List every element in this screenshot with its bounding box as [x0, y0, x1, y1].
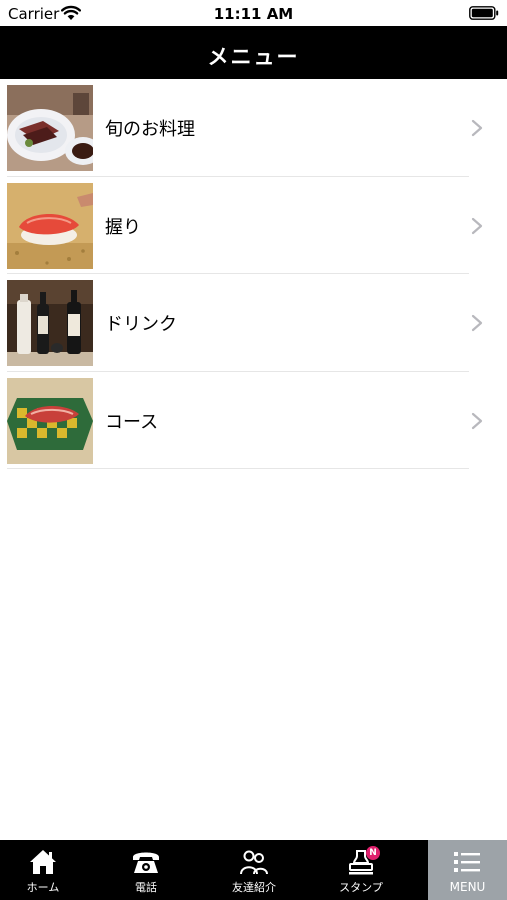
- menu-item-drink[interactable]: ドリンク: [0, 274, 507, 372]
- tab-label: 友達紹介: [232, 881, 276, 894]
- menu-list: 旬のお料理 握り ドリンク コース: [0, 79, 507, 469]
- menu-item-seasonal[interactable]: 旬のお料理: [0, 79, 507, 177]
- nigiri-photo: [7, 182, 93, 269]
- battery-icon: [469, 6, 499, 20]
- menu-item-label: コース: [105, 411, 159, 433]
- chevron-right-icon: [471, 217, 483, 234]
- clock: 11:11 AM: [213, 5, 294, 23]
- nav-bar: メニュー: [0, 26, 507, 79]
- tab-friends[interactable]: 友達紹介: [211, 840, 297, 900]
- tab-phone[interactable]: 電話: [103, 840, 189, 900]
- tab-label: MENU: [449, 880, 486, 894]
- menu-item-label: ドリンク: [105, 314, 177, 335]
- tab-stamp[interactable]: N スタンプ: [318, 840, 404, 900]
- friends-icon: [240, 850, 268, 875]
- stamp-badge: N: [366, 846, 380, 860]
- page-title: メニュー: [207, 45, 300, 69]
- menu-item-course[interactable]: コース: [0, 372, 507, 469]
- menu-item-label: 旬のお料理: [105, 119, 195, 140]
- drink-bottles-photo: [7, 280, 93, 366]
- tab-home[interactable]: ホーム: [0, 840, 86, 900]
- tab-bar: ホーム 電話 友達紹介 N スタンプ MENU: [0, 840, 507, 900]
- seasonal-dish-photo: [7, 85, 93, 171]
- divider: [7, 468, 469, 469]
- status-bar: Carrier 11:11 AM: [0, 0, 507, 26]
- menu-item-nigiri[interactable]: 握り: [0, 177, 507, 274]
- course-dish-photo: [7, 377, 93, 464]
- menu-item-label: 握り: [105, 216, 141, 238]
- home-icon: [30, 850, 56, 874]
- tab-label: ホーム: [26, 881, 60, 894]
- chevron-right-icon: [471, 412, 483, 429]
- chevron-right-icon: [471, 119, 483, 137]
- tab-menu[interactable]: MENU: [428, 840, 507, 900]
- tab-label: スタンプ: [339, 881, 383, 894]
- phone-icon: [133, 852, 159, 873]
- chevron-right-icon: [471, 314, 483, 332]
- tab-label: 電話: [135, 881, 157, 894]
- menu-list-icon: [454, 852, 480, 872]
